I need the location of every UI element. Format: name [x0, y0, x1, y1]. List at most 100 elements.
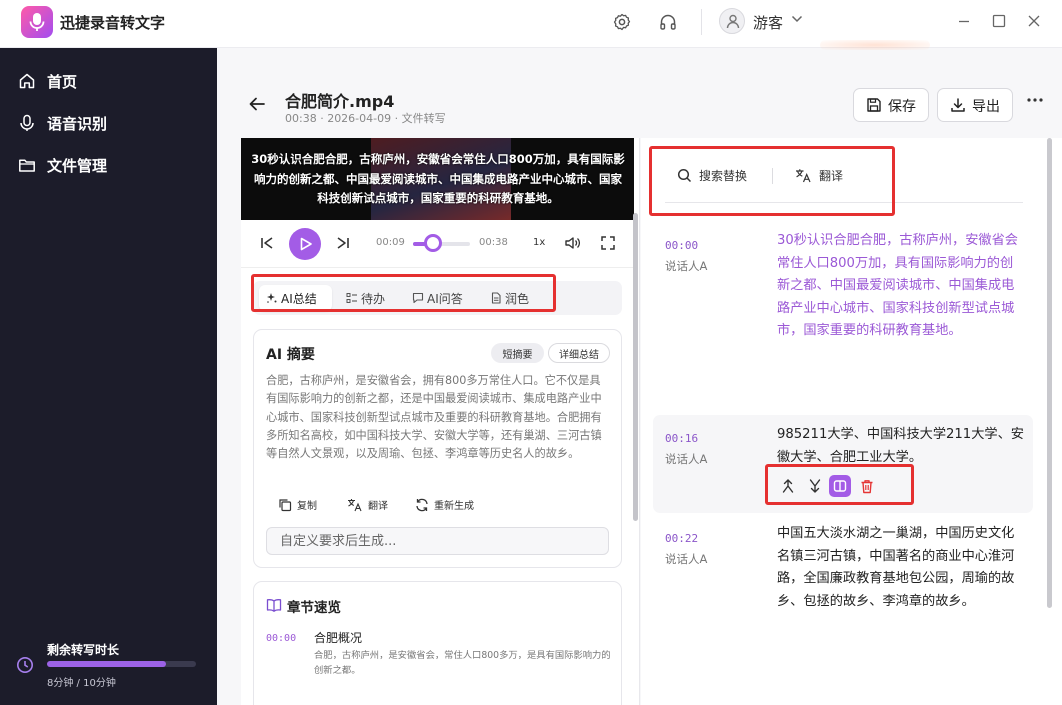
- settings-gear-icon[interactable]: [612, 12, 632, 32]
- regenerate-label: 重新生成: [434, 501, 474, 512]
- translate-button[interactable]: 翻译: [347, 497, 388, 512]
- clock-icon: [17, 657, 33, 673]
- app-name: 迅捷录音转文字: [60, 14, 166, 32]
- play-button[interactable]: [289, 228, 321, 260]
- remaining-quota: 剩余转写时长 8分钟 / 10分钟: [0, 636, 217, 705]
- chapter-time[interactable]: 00:00: [266, 633, 296, 644]
- close-button[interactable]: [1025, 12, 1043, 30]
- export-button[interactable]: 导出: [937, 88, 1013, 122]
- export-label: 导出: [972, 99, 1000, 115]
- trash-icon: [861, 479, 873, 493]
- segment-speaker[interactable]: 说话人A: [665, 451, 707, 467]
- search-icon: [677, 168, 692, 183]
- avatar[interactable]: [719, 8, 745, 34]
- sidebar-item-speech-recognition[interactable]: 语音识别: [0, 106, 217, 140]
- tab-label: AI问答: [427, 292, 463, 306]
- chapter-name: 合肥概况: [314, 631, 363, 645]
- title-bar: 迅捷录音转文字 游客: [0, 0, 1062, 50]
- sidebar-item-file-management[interactable]: 文件管理: [0, 148, 217, 182]
- document-icon: [491, 292, 501, 304]
- save-icon: [867, 98, 881, 112]
- playback-speed[interactable]: 1x: [533, 237, 545, 248]
- back-arrow-icon[interactable]: [248, 96, 266, 112]
- detailed-summary-button[interactable]: 详细总结: [548, 343, 610, 363]
- split-segment-button[interactable]: [829, 475, 851, 497]
- translate-label: 翻译: [368, 501, 388, 512]
- play-icon: [300, 237, 312, 251]
- minimize-button[interactable]: [955, 12, 973, 30]
- refresh-icon: [416, 498, 428, 511]
- search-replace-label: 搜索替换: [699, 169, 748, 183]
- skip-forward-icon[interactable]: [336, 236, 350, 250]
- microphone-icon: [20, 114, 34, 131]
- merge-down-button[interactable]: [804, 475, 826, 497]
- chevron-down-icon[interactable]: [791, 14, 803, 24]
- merge-down-icon: [809, 479, 821, 493]
- transcript-segment-selected[interactable]: 00:16 说话人A 985211大学、中国科技大学211大学、安徽大学、合肥工…: [653, 415, 1033, 513]
- fullscreen-icon[interactable]: [600, 235, 616, 251]
- more-options-icon[interactable]: [1027, 97, 1043, 103]
- tab-label: AI总结: [281, 292, 317, 306]
- custom-prompt-input[interactable]: [266, 527, 609, 555]
- translate-icon: [796, 169, 811, 183]
- quota-progress-fill: [47, 661, 167, 667]
- headphones-icon[interactable]: [658, 12, 678, 32]
- merge-up-button[interactable]: [777, 475, 799, 497]
- segment-time[interactable]: 00:00: [665, 239, 698, 252]
- segment-time[interactable]: 00:16: [665, 432, 698, 445]
- quota-progress-bar: [47, 661, 196, 667]
- search-replace-button[interactable]: 搜索替换: [677, 167, 747, 184]
- delete-segment-button[interactable]: [856, 475, 878, 497]
- segment-text[interactable]: 中国五大淡水湖之一巢湖，中国历史文化名镇三河古镇，中国著名的商业中心淮河路，全国…: [777, 523, 1025, 613]
- toolbar-divider: [665, 202, 1023, 203]
- tab-polish[interactable]: 润色: [483, 285, 543, 311]
- skip-back-icon[interactable]: [260, 236, 274, 250]
- transcript-segment[interactable]: 00:00 说话人A 30秒认识合肥合肥，古称庐州，安徽省会常住人口800万加，…: [653, 228, 1033, 368]
- summary-text: 合肥，古称庐州，是安徽省会，拥有800多万常住人口。它不仅是具有国际影响力的创新…: [266, 374, 602, 461]
- segment-text[interactable]: 30秒认识合肥合肥，古称庐州，安徽省会常住人口800万加，具有国际影响力的创新之…: [777, 230, 1025, 343]
- tab-ai-summary[interactable]: AI总结: [259, 285, 332, 311]
- segment-time[interactable]: 00:22: [665, 532, 698, 545]
- segment-text[interactable]: 985211大学、中国科技大学211大学、安徽大学、合肥工业大学。: [777, 424, 1025, 469]
- maximize-button[interactable]: [990, 12, 1008, 30]
- chapter-description: 合肥，古称庐州，是安徽省会，常住人口800多万，是具有国际影响力的创新之都。: [314, 650, 611, 676]
- quota-text: 8分钟 / 10分钟: [47, 678, 116, 689]
- regenerate-button[interactable]: 重新生成: [415, 497, 474, 512]
- transcript-translate-label: 翻译: [819, 169, 844, 183]
- translate-icon: [348, 498, 362, 511]
- chapter-overview-card: 章节速览 00:00 合肥概况 合肥，古称庐州，是安徽省会，常住人口800多万，…: [253, 581, 622, 705]
- save-button[interactable]: 保存: [853, 88, 929, 122]
- playback-progress-handle[interactable]: [424, 234, 442, 252]
- split-icon: [833, 480, 847, 492]
- tab-todo[interactable]: 待办: [339, 285, 399, 311]
- app-logo: [21, 6, 53, 38]
- transcript-scrollbar[interactable]: [1047, 138, 1052, 608]
- segment-speaker[interactable]: 说话人A: [665, 258, 707, 274]
- file-title: 合肥简介.mp4: [285, 92, 395, 111]
- download-icon: [951, 98, 965, 112]
- copy-icon: [279, 498, 292, 511]
- left-panel: 30秒认识合肥合肥，古称庐州，安徽省会常住人口800万加，具有国际影响力的创新之…: [241, 138, 640, 705]
- volume-icon[interactable]: [564, 235, 580, 251]
- user-name[interactable]: 游客: [753, 12, 783, 33]
- decorative-glow: [820, 40, 930, 50]
- microphone-icon: [29, 13, 45, 31]
- duration-time: 00:38: [479, 237, 508, 248]
- save-label: 保存: [888, 99, 916, 115]
- folder-icon: [19, 159, 35, 172]
- short-summary-button[interactable]: 短摘要: [491, 343, 544, 363]
- sidebar-item-label: 语音识别: [47, 114, 108, 133]
- tab-ai-qa[interactable]: AI问答: [405, 285, 475, 311]
- video-preview[interactable]: 30秒认识合肥合肥，古称庐州，安徽省会常住人口800万加，具有国际影响力的创新之…: [241, 138, 634, 220]
- transcript-translate-button[interactable]: 翻译: [795, 167, 843, 184]
- left-panel-scrollbar[interactable]: [633, 213, 638, 521]
- copy-label: 复制: [297, 501, 317, 512]
- ai-tab-bar: AI总结 待办 AI问答 润色: [253, 281, 622, 315]
- segment-speaker[interactable]: 说话人A: [665, 551, 707, 567]
- transcript-segment[interactable]: 00:22 说话人A 中国五大淡水湖之一巢湖，中国历史文化名镇三河古镇，中国著名…: [653, 520, 1033, 640]
- copy-button[interactable]: 复制: [278, 497, 317, 512]
- file-meta: 00:38 · 2026-04-09 · 文件转写: [285, 112, 446, 125]
- chat-bubble-icon: [412, 292, 424, 304]
- checklist-icon: [346, 293, 357, 303]
- sidebar-item-home[interactable]: 首页: [0, 64, 217, 98]
